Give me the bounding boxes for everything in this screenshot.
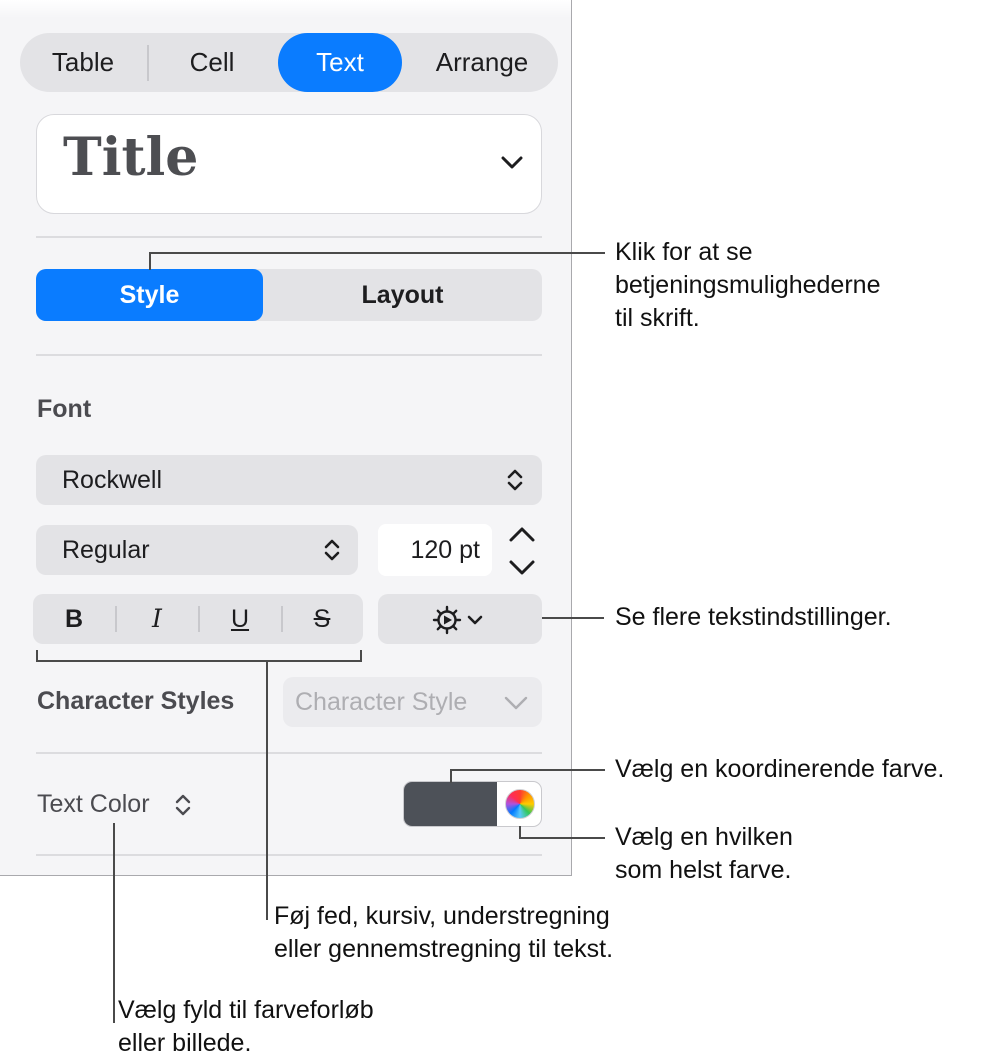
font-size-value: 120 pt xyxy=(410,536,480,564)
segment-layout[interactable]: Layout xyxy=(263,269,542,321)
format-inspector-panel: Table Cell Text Arrange Title Style Layo… xyxy=(0,0,572,876)
tab-table[interactable]: Table xyxy=(28,33,138,92)
chevron-down-icon xyxy=(509,560,535,575)
divider xyxy=(36,354,542,356)
up-down-chevron-icon[interactable] xyxy=(174,792,192,818)
chevron-up-icon xyxy=(509,527,535,542)
bold-button[interactable]: B xyxy=(33,594,115,644)
callout-any-color: Vælg en hvilken som helst farve. xyxy=(615,823,793,884)
callout-more-options: Se flere tekstindstillinger. xyxy=(615,603,892,631)
italic-button[interactable]: I xyxy=(116,594,198,644)
leader-line xyxy=(36,660,362,662)
typeface-popup[interactable]: Regular xyxy=(36,525,358,575)
paragraph-style-name: Title xyxy=(63,127,199,188)
font-family-value: Rockwell xyxy=(62,466,163,494)
up-down-chevron-icon xyxy=(324,539,340,561)
chevron-down-icon xyxy=(504,696,528,710)
tab-arrange[interactable]: Arrange xyxy=(412,33,552,92)
divider xyxy=(36,236,542,238)
underline-button[interactable]: U xyxy=(199,594,281,644)
leader-line xyxy=(450,769,452,783)
leader-line xyxy=(149,252,605,254)
color-wheel-icon[interactable] xyxy=(505,789,535,819)
inspector-tabs: Table Cell Text Arrange xyxy=(20,33,558,92)
text-color-label[interactable]: Text Color xyxy=(37,790,150,819)
divider xyxy=(36,752,542,754)
advanced-options-button[interactable] xyxy=(378,594,542,644)
font-size-stepper[interactable] xyxy=(505,524,539,578)
callout-fill: Vælg fyld til farveforløb eller billede. xyxy=(118,996,374,1057)
tab-text[interactable]: Text xyxy=(278,33,402,92)
text-color-well xyxy=(403,781,542,827)
up-down-chevron-icon xyxy=(507,469,523,491)
leader-line xyxy=(450,769,605,771)
callout-format-buttons: Føj fed, kursiv, understregning eller ge… xyxy=(274,902,614,963)
leader-line xyxy=(149,252,151,270)
segment-style[interactable]: Style xyxy=(36,269,263,321)
paragraph-style-popup[interactable]: Title xyxy=(36,114,542,214)
font-size-field[interactable]: 120 pt xyxy=(378,524,492,576)
leader-line xyxy=(360,650,362,662)
font-section-label: Font xyxy=(37,395,92,423)
gear-icon xyxy=(432,605,483,635)
coordinating-color-swatch[interactable] xyxy=(404,782,497,826)
leader-line xyxy=(266,660,268,920)
divider xyxy=(36,854,542,856)
leader-line xyxy=(542,617,604,619)
character-style-placeholder: Character Style xyxy=(295,688,468,716)
typeface-value: Regular xyxy=(62,536,150,564)
text-format-buttons: B I U S xyxy=(33,594,363,644)
leader-line xyxy=(519,837,605,839)
font-family-popup[interactable]: Rockwell xyxy=(36,455,542,505)
chevron-down-icon xyxy=(501,156,523,169)
character-style-popup[interactable]: Character Style xyxy=(283,677,542,727)
character-styles-label: Character Styles xyxy=(37,687,235,715)
tab-separator xyxy=(147,45,149,81)
callout-style-tab: Klik for at se betjeningsmulighederne ti… xyxy=(615,238,881,332)
callout-coordinating-color: Vælg en koordinerende farve. xyxy=(615,755,945,783)
tab-cell[interactable]: Cell xyxy=(152,33,272,92)
panel-top-fade xyxy=(0,0,571,18)
text-color-label-text: Text Color xyxy=(37,790,150,818)
leader-line xyxy=(113,823,115,1023)
strikethrough-button[interactable]: S xyxy=(281,594,363,644)
style-layout-segmented-control: Style Layout xyxy=(36,269,542,321)
